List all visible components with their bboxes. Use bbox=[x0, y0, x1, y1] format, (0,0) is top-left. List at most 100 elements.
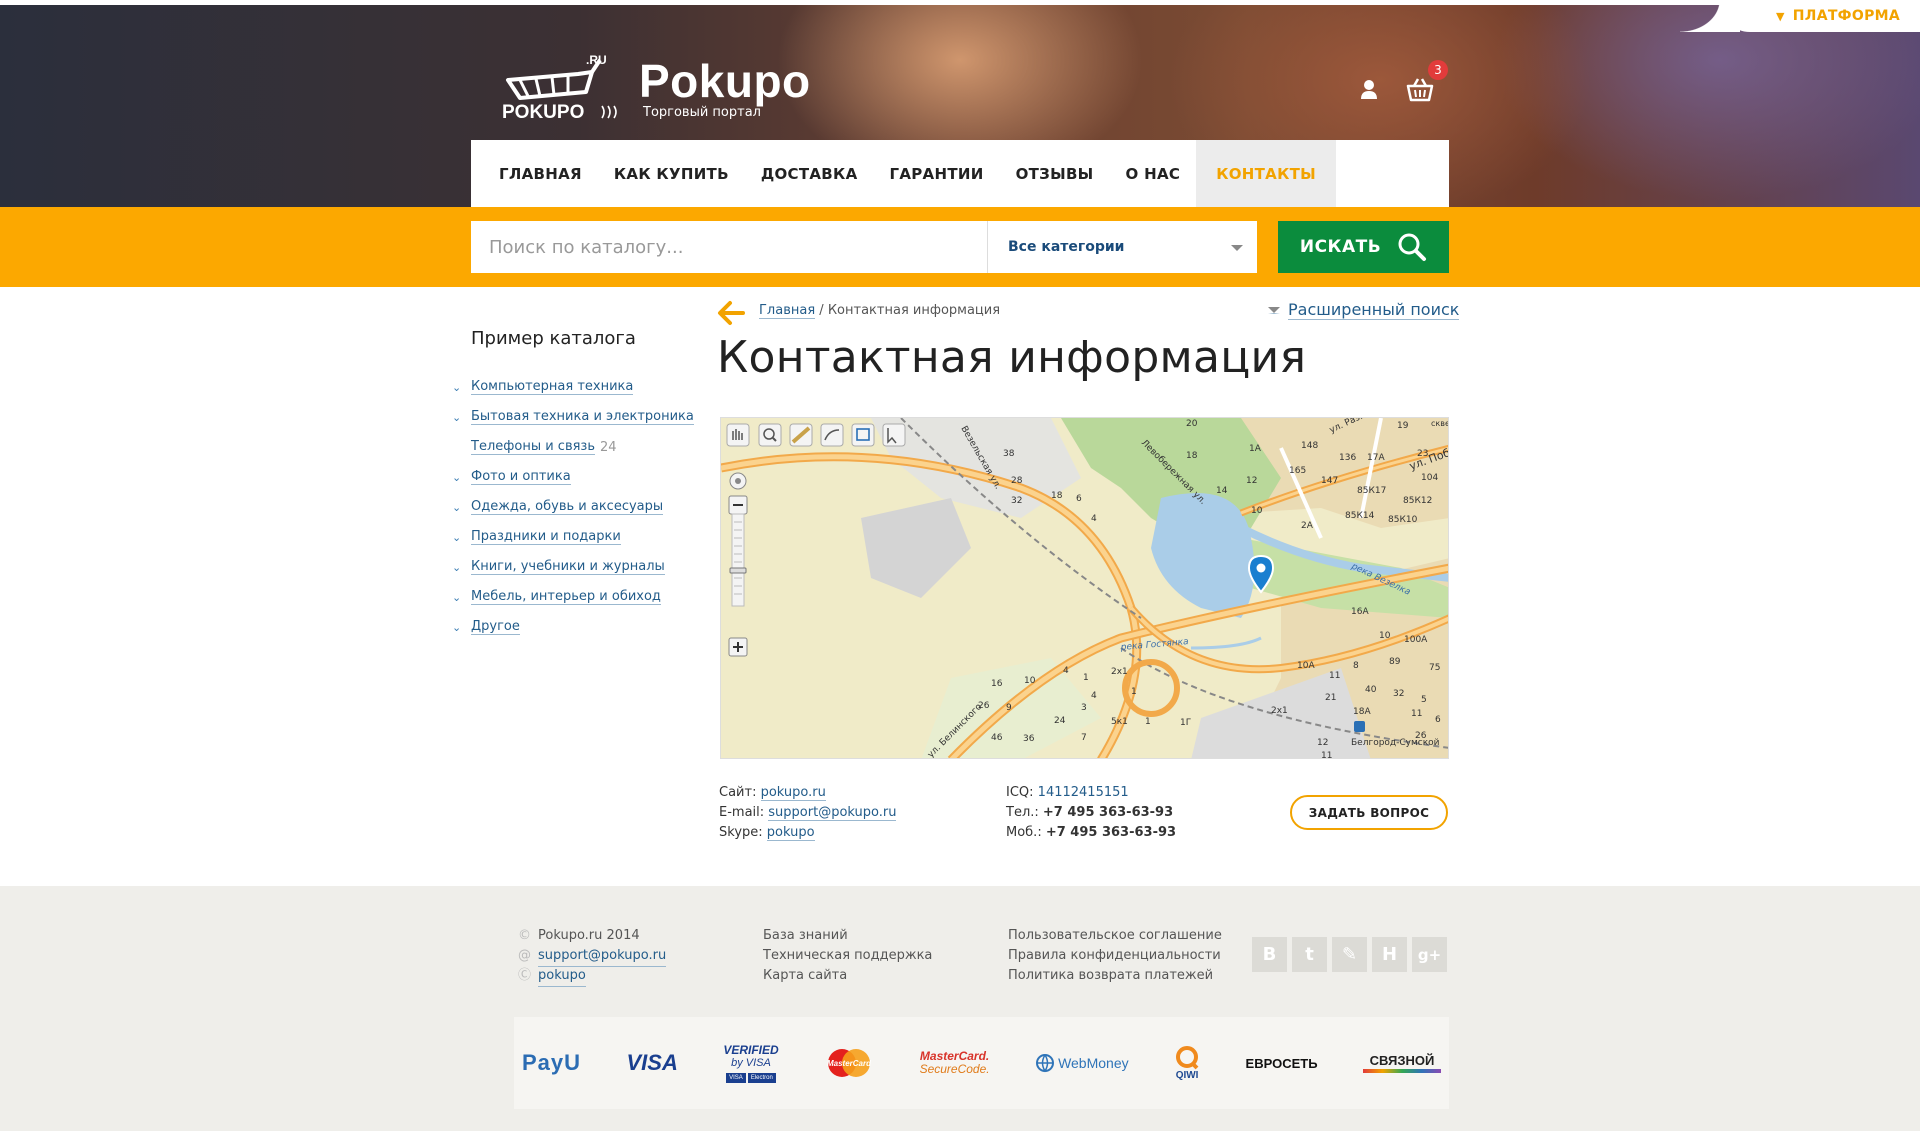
map-label: 32 bbox=[1393, 689, 1404, 699]
chevron-down-icon[interactable]: ⌄ bbox=[452, 411, 471, 424]
cart-icon[interactable] bbox=[1405, 76, 1435, 102]
nav-item-how-to-buy[interactable]: КАК КУПИТЬ bbox=[598, 140, 745, 207]
back-arrow-icon[interactable] bbox=[717, 300, 745, 326]
footer-link[interactable]: Правила конфиденциальности bbox=[1008, 946, 1222, 966]
euroset-logo[interactable]: ЕВРОСЕТЬ bbox=[1246, 1056, 1318, 1071]
qiwi-text: QIWI bbox=[1175, 1069, 1199, 1081]
map-label: 17А bbox=[1367, 453, 1385, 463]
email-link[interactable]: support@pokupo.ru bbox=[768, 805, 897, 821]
route-tool-icon[interactable] bbox=[820, 423, 844, 447]
logo[interactable]: POKUPO .RU Pokupo Торговый портал bbox=[500, 52, 830, 126]
nav-item-delivery[interactable]: ДОСТАВКА bbox=[745, 140, 874, 207]
map-label: 3 bbox=[1081, 703, 1087, 713]
verified-text-2: by VISA bbox=[731, 1057, 771, 1069]
category-select[interactable]: Все категории bbox=[987, 221, 1257, 273]
map-label: 104 bbox=[1421, 473, 1438, 483]
qiwi-logo[interactable]: QIWI bbox=[1174, 1045, 1200, 1081]
map-label: 2А bbox=[1301, 521, 1314, 531]
catalog-link[interactable]: Телефоны и связь bbox=[471, 439, 595, 455]
catalog-link[interactable]: Мебель, интерьер и обиход bbox=[471, 589, 661, 605]
map-label: 136 bbox=[1339, 453, 1356, 463]
footer-link[interactable]: Техническая поддержка bbox=[763, 946, 932, 966]
svyaznoy-logo[interactable]: СВЯЗНОЙ bbox=[1363, 1053, 1441, 1073]
footer-skype-link[interactable]: pokupo bbox=[538, 966, 586, 987]
site-link[interactable]: pokupo.ru bbox=[760, 785, 826, 801]
map-label: 85К17 bbox=[1357, 486, 1386, 496]
catalog-link[interactable]: Другое bbox=[471, 619, 520, 635]
catalog-link[interactable]: Компьютерная техника bbox=[471, 379, 634, 395]
map-label: 85К12 bbox=[1403, 496, 1432, 506]
footer-email-link[interactable]: support@pokupo.ru bbox=[538, 946, 667, 967]
footer-link[interactable]: Карта сайта bbox=[763, 966, 932, 986]
catalog-link[interactable]: Праздники и подарки bbox=[471, 529, 621, 545]
footer-col-3: Пользовательское соглашение Правила конф… bbox=[1008, 926, 1222, 986]
map-label: 18 bbox=[1186, 451, 1198, 461]
logo-title: Pokupo bbox=[639, 54, 811, 107]
footer-col-2: База знаний Техническая поддержка Карта … bbox=[763, 926, 932, 986]
map-label: 12 bbox=[1317, 738, 1328, 748]
zoom-slider-handle[interactable] bbox=[729, 567, 747, 574]
nav-item-home[interactable]: ГЛАВНАЯ bbox=[483, 140, 598, 207]
breadcrumb-home[interactable]: Главная bbox=[759, 303, 816, 319]
visa-text: VISA bbox=[626, 1050, 678, 1075]
breadcrumb-separator: / bbox=[819, 303, 824, 318]
mastercard-logo[interactable]: MasterCard bbox=[824, 1046, 874, 1080]
search-button-label: ИСКАТЬ bbox=[1299, 237, 1382, 257]
chevron-down-icon[interactable]: ⌄ bbox=[452, 381, 471, 394]
footer-link[interactable]: Пользовательское соглашение bbox=[1008, 926, 1222, 946]
advanced-search-toggle[interactable]: Расширенный поиск bbox=[1268, 300, 1460, 320]
ask-question-button[interactable]: ЗАДАТЬ ВОПРОС bbox=[1290, 795, 1448, 830]
catalog-link[interactable]: Бытовая техника и электроника bbox=[471, 409, 694, 425]
contacts-right: ICQ: 14112415151 Тел.: +7 495 363-63-93 … bbox=[1006, 783, 1176, 843]
securecode-logo[interactable]: MasterCard. SecureCode. bbox=[920, 1050, 990, 1076]
chevron-down-icon[interactable]: ⌄ bbox=[452, 501, 471, 514]
icq-link[interactable]: 14112415151 bbox=[1038, 785, 1129, 800]
chevron-down-icon[interactable]: ⌄ bbox=[452, 621, 471, 634]
layer-tool-icon[interactable] bbox=[851, 423, 875, 447]
zoom-slider[interactable] bbox=[731, 513, 745, 607]
google-plus-icon[interactable]: g+ bbox=[1412, 937, 1447, 972]
livejournal-icon[interactable]: ✎ bbox=[1332, 937, 1367, 972]
logo-mark-text: POKUPO bbox=[502, 102, 584, 123]
catalog-link[interactable]: Одежда, обувь и аксесуары bbox=[471, 499, 664, 515]
caret-down-icon bbox=[1268, 306, 1280, 314]
verified-by-visa-logo[interactable]: VERIFIED by VISA VISA Electron bbox=[723, 1043, 779, 1083]
nav-item-guarantees[interactable]: ГАРАНТИИ bbox=[874, 140, 1000, 207]
at-icon: @ bbox=[518, 948, 531, 963]
nav-item-contacts[interactable]: КОНТАКТЫ bbox=[1196, 140, 1337, 207]
webmoney-logo[interactable]: WebMoney bbox=[1035, 1053, 1129, 1073]
map-label: 11 bbox=[1411, 709, 1422, 719]
map[interactable]: ул. Победы Везельская ул. Левобережная у… bbox=[720, 417, 1449, 759]
search-button[interactable]: ИСКАТЬ bbox=[1278, 221, 1449, 273]
map-label: 26 bbox=[978, 701, 990, 711]
chevron-down-icon[interactable]: ⌄ bbox=[452, 471, 471, 484]
chevron-down-icon[interactable]: ⌄ bbox=[452, 591, 471, 604]
user-icon[interactable] bbox=[1358, 78, 1380, 100]
catalog-item: ⌄ Компьютерная техника bbox=[452, 372, 712, 402]
hand-tool-icon[interactable] bbox=[726, 423, 750, 447]
visa-logo[interactable]: VISA bbox=[627, 1050, 678, 1076]
footer-copyright: Pokupo.ru 2014 bbox=[538, 928, 640, 943]
zoom-tool-icon[interactable] bbox=[758, 423, 782, 447]
chevron-down-icon[interactable]: ⌄ bbox=[452, 561, 471, 574]
platform-menu-button[interactable]: ▼ ПЛАТФОРМА bbox=[1680, 0, 1920, 32]
catalog-link[interactable]: Книги, учебники и журналы bbox=[471, 559, 665, 575]
nav-item-about[interactable]: О НАС bbox=[1110, 140, 1197, 207]
map-canvas[interactable]: ул. Победы Везельская ул. Левобережная у… bbox=[721, 418, 1449, 759]
map-label: 8 bbox=[1353, 661, 1359, 671]
payu-logo[interactable]: PayU bbox=[522, 1050, 581, 1076]
vk-icon[interactable]: В bbox=[1252, 937, 1287, 972]
footer-link[interactable]: База знаний bbox=[763, 926, 932, 946]
search-input[interactable]: Поиск по каталогу... bbox=[471, 221, 987, 273]
habr-icon[interactable]: Н bbox=[1372, 937, 1407, 972]
catalog-link[interactable]: Фото и оптика bbox=[471, 469, 571, 485]
footer-link[interactable]: Политика возврата платежей bbox=[1008, 966, 1222, 986]
svyaznoy-stripe bbox=[1363, 1069, 1441, 1073]
chevron-down-icon[interactable]: ⌄ bbox=[452, 531, 471, 544]
nav-item-reviews[interactable]: ОТЗЫВЫ bbox=[1000, 140, 1110, 207]
skype-link[interactable]: pokupo bbox=[766, 825, 815, 841]
map-label: 1 bbox=[1131, 687, 1137, 697]
map-label: 26 bbox=[1415, 731, 1427, 741]
twitter-icon[interactable]: t bbox=[1292, 937, 1327, 972]
select-tool-icon[interactable] bbox=[882, 423, 906, 447]
